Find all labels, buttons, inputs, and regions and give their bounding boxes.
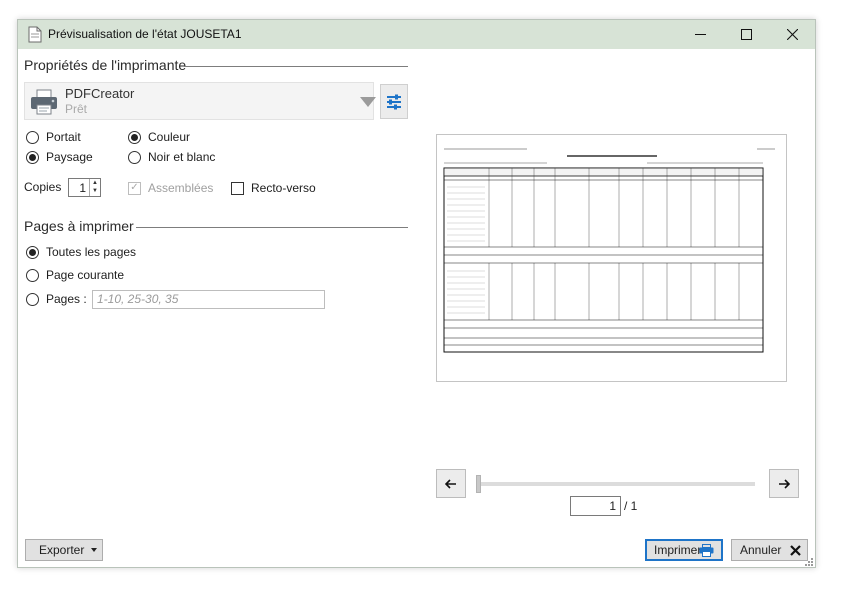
minimize-button[interactable]: [677, 20, 723, 49]
color-mode-bw-radio[interactable]: Noir et blanc: [128, 150, 215, 164]
dropdown-caret-icon: [91, 548, 97, 552]
page-preview[interactable]: [436, 134, 787, 382]
printer-settings-button[interactable]: [380, 84, 408, 119]
close-icon: [790, 545, 801, 556]
window-title: Prévisualisation de l'état JOUSETA1: [48, 27, 242, 41]
duplex-checkbox[interactable]: Recto-verso: [231, 181, 316, 195]
chevron-down-icon[interactable]: [360, 97, 376, 107]
maximize-icon: [740, 29, 752, 40]
arrow-right-icon: [779, 478, 790, 489]
stepper-buttons: ▲ ▼: [89, 179, 100, 196]
section-divider: [184, 66, 408, 67]
export-button[interactable]: Exporter: [25, 539, 103, 561]
pages-range-input[interactable]: 1-10, 25-30, 35: [92, 290, 325, 309]
all-pages-radio[interactable]: Toutes les pages: [26, 245, 136, 259]
orientation-landscape-radio[interactable]: Paysage: [26, 150, 93, 164]
pages-to-print-title: Pages à imprimer: [24, 218, 134, 234]
radio-dot: [128, 130, 141, 144]
print-label: Imprimer: [654, 543, 702, 557]
print-button[interactable]: Imprimer: [645, 539, 723, 561]
all-pages-label: Toutes les pages: [46, 245, 137, 259]
page-slider[interactable]: [477, 482, 755, 486]
title-bar: Prévisualisation de l'état JOUSETA1: [18, 20, 815, 49]
sliders-icon: [387, 94, 401, 109]
radio-dot: [26, 245, 39, 259]
total-pages: / 1: [624, 499, 638, 513]
checkmark-icon: ✓: [128, 181, 141, 195]
printer-icon: [699, 544, 714, 557]
print-preview-window: Prévisualisation de l'état JOUSETA1 Prop…: [17, 19, 816, 568]
close-button[interactable]: [769, 20, 815, 49]
current-page-label: Page courante: [46, 268, 125, 282]
arrow-left-icon: [445, 478, 456, 489]
copies-stepper[interactable]: 1 ▲ ▼: [68, 178, 101, 197]
pages-range-label: Pages :: [46, 292, 87, 306]
printer-select[interactable]: PDFCreator Prêt: [24, 82, 376, 120]
color-mode-color-radio[interactable]: Couleur: [128, 130, 190, 144]
stepper-down-icon[interactable]: ▼: [90, 187, 100, 195]
pages-range-radio[interactable]: Pages :: [26, 292, 87, 306]
color-mode-color-label: Couleur: [148, 130, 191, 144]
maximize-button[interactable]: [723, 20, 769, 49]
report-thumbnail: [443, 148, 775, 353]
color-mode-bw-label: Noir et blanc: [148, 150, 216, 164]
copies-label: Copies: [24, 180, 62, 194]
radio-dot: [26, 292, 39, 306]
minimize-icon: [694, 34, 706, 35]
cancel-button[interactable]: Annuler: [731, 539, 808, 561]
orientation-portrait-label: Portait: [46, 130, 81, 144]
orientation-portrait-radio[interactable]: Portait: [26, 130, 81, 144]
page-slider-thumb[interactable]: [476, 475, 481, 493]
collated-checkbox[interactable]: ✓ Assemblées: [128, 181, 213, 195]
current-page-radio[interactable]: Page courante: [26, 268, 124, 282]
current-page-input[interactable]: 1: [570, 496, 621, 516]
orientation-landscape-label: Paysage: [46, 150, 93, 164]
printer-status: Prêt: [65, 102, 88, 116]
radio-dot: [26, 268, 39, 282]
previous-page-button[interactable]: [436, 469, 466, 498]
radio-dot: [26, 150, 39, 164]
collated-label: Assemblées: [148, 181, 214, 195]
printer-properties-title: Propriétés de l'imprimante: [24, 57, 187, 73]
resize-grip-icon[interactable]: [804, 557, 814, 567]
stepper-up-icon[interactable]: ▲: [90, 179, 100, 187]
duplex-label: Recto-verso: [251, 181, 316, 195]
export-label: Exporter: [39, 543, 85, 557]
radio-dot: [128, 150, 141, 164]
cancel-label: Annuler: [740, 543, 782, 557]
close-icon: [786, 29, 798, 40]
radio-dot: [26, 130, 39, 144]
copies-value: 1: [79, 181, 86, 195]
printer-icon: [31, 89, 57, 115]
next-page-button[interactable]: [769, 469, 799, 498]
printer-name: PDFCreator: [65, 86, 135, 101]
checkbox-box: [231, 181, 244, 195]
section-divider: [136, 227, 408, 228]
document-icon: [28, 26, 42, 43]
